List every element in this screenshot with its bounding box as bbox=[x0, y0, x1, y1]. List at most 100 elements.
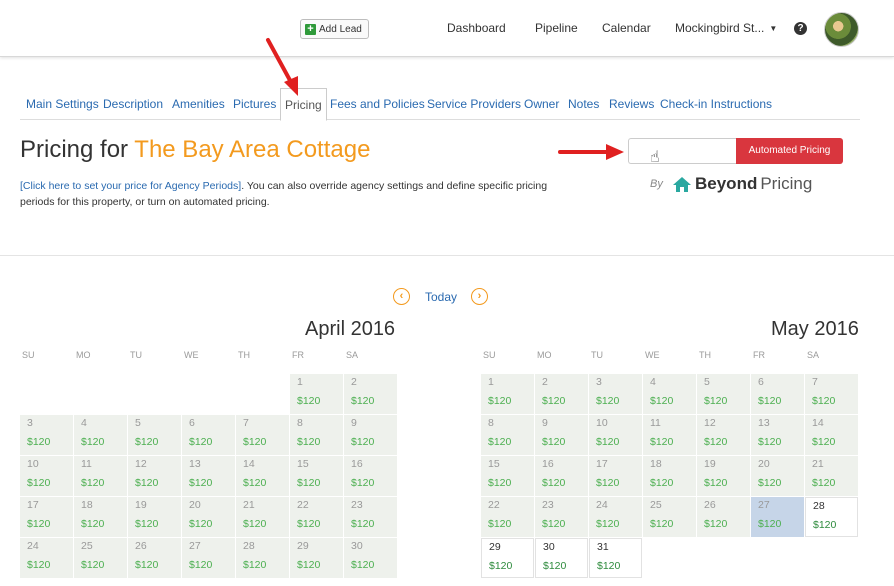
calendar-day-cell[interactable]: 18 $120 bbox=[643, 456, 696, 496]
tab-main-settings[interactable]: Main Settings bbox=[26, 97, 99, 111]
day-price: $120 bbox=[543, 560, 567, 572]
calendar-day-cell[interactable]: 15 $120 bbox=[290, 456, 343, 496]
day-price: $120 bbox=[351, 477, 375, 489]
calendar-day-cell[interactable]: 24 $120 bbox=[20, 538, 73, 578]
calendar-day-cell[interactable]: 16 $120 bbox=[344, 456, 397, 496]
calendar-day-cell[interactable]: 4 $120 bbox=[643, 374, 696, 414]
calendar-day-cell[interactable]: 18 $120 bbox=[74, 497, 127, 537]
calendar-day-cell[interactable]: 11 $120 bbox=[643, 415, 696, 455]
calendar-day-cell[interactable]: 17 $120 bbox=[20, 497, 73, 537]
calendar-day-cell[interactable]: 10 $120 bbox=[20, 456, 73, 496]
calendar-day-cell[interactable]: 9 $120 bbox=[344, 415, 397, 455]
calendar-day-cell[interactable]: 3 $120 bbox=[20, 415, 73, 455]
calendar-day-cell[interactable]: 19 $120 bbox=[697, 456, 750, 496]
calendar-day-cell[interactable]: 4 $120 bbox=[74, 415, 127, 455]
calendar-day-cell[interactable]: 25 $120 bbox=[643, 497, 696, 537]
calendar-day-cell[interactable]: 26 $120 bbox=[128, 538, 181, 578]
calendar-day-cell[interactable]: 5 $120 bbox=[128, 415, 181, 455]
calendar-day-cell[interactable]: 2 $120 bbox=[535, 374, 588, 414]
calendar-day-cell[interactable]: 22 $120 bbox=[481, 497, 534, 537]
page-title: Pricing for The Bay Area Cottage bbox=[20, 136, 370, 164]
calendar-day-cell[interactable]: 3 $120 bbox=[589, 374, 642, 414]
day-price: $120 bbox=[27, 477, 51, 489]
calendar-day-cell[interactable]: 12 $120 bbox=[128, 456, 181, 496]
calendar-day-cell[interactable]: 1 $120 bbox=[481, 374, 534, 414]
day-number: 12 bbox=[135, 458, 147, 470]
calendar-day-cell[interactable]: 16 $120 bbox=[535, 456, 588, 496]
today-button[interactable]: Today bbox=[425, 290, 457, 304]
calendar-day-cell[interactable]: 12 $120 bbox=[697, 415, 750, 455]
tab-pictures[interactable]: Pictures bbox=[233, 97, 276, 111]
calendar-day-cell[interactable]: 31 $120 bbox=[589, 538, 642, 578]
add-lead-button[interactable]: + Add Lead bbox=[300, 19, 369, 39]
tab-owner[interactable]: Owner bbox=[524, 97, 559, 111]
nav-pipeline[interactable]: Pipeline bbox=[535, 21, 578, 35]
day-number: 8 bbox=[297, 417, 303, 429]
calendar-day-cell[interactable]: 30 $120 bbox=[344, 538, 397, 578]
calendar-day-cell[interactable]: 2 $120 bbox=[344, 374, 397, 414]
calendar-day-cell[interactable]: 5 $120 bbox=[697, 374, 750, 414]
calendar-day-cell[interactable]: 8 $120 bbox=[481, 415, 534, 455]
tab-fees-and-policies[interactable]: Fees and Policies bbox=[330, 97, 425, 111]
calendar-day-cell[interactable]: 9 $120 bbox=[535, 415, 588, 455]
calendar-day-cell[interactable]: 13 $120 bbox=[751, 415, 804, 455]
calendar-day-cell[interactable]: 20 $120 bbox=[751, 456, 804, 496]
calendar-day-cell[interactable]: 7 $120 bbox=[805, 374, 858, 414]
calendar-day-cell[interactable]: 27 $120 bbox=[751, 497, 804, 537]
calendar-day-cell[interactable]: 29 $120 bbox=[481, 538, 534, 578]
weekday-header: TH bbox=[238, 350, 250, 360]
calendar-day-cell[interactable]: 23 $120 bbox=[535, 497, 588, 537]
calendar-day-cell[interactable]: 27 $120 bbox=[182, 538, 235, 578]
tab-service-providers[interactable]: Service Providers bbox=[427, 97, 521, 111]
calendar-day-cell[interactable]: 6 $120 bbox=[751, 374, 804, 414]
calendar-day-cell[interactable]: 19 $120 bbox=[128, 497, 181, 537]
tab-check-in-instructions[interactable]: Check-in Instructions bbox=[660, 97, 772, 111]
chevron-right-icon[interactable]: › bbox=[471, 288, 488, 305]
calendar-day-cell[interactable]: 21 $120 bbox=[805, 456, 858, 496]
calendar-day-cell[interactable]: 14 $120 bbox=[236, 456, 289, 496]
calendar-day-cell[interactable]: 8 $120 bbox=[290, 415, 343, 455]
day-number: 9 bbox=[542, 417, 548, 429]
calendar-day-cell[interactable]: 28 $120 bbox=[805, 497, 858, 537]
avatar[interactable] bbox=[824, 12, 859, 47]
tab-reviews[interactable]: Reviews bbox=[609, 97, 654, 111]
day-number: 20 bbox=[189, 499, 201, 511]
tab-notes[interactable]: Notes bbox=[568, 97, 599, 111]
automated-pricing-toggle-field[interactable] bbox=[628, 138, 736, 164]
day-price: $120 bbox=[488, 518, 512, 530]
day-number: 8 bbox=[488, 417, 494, 429]
day-price: $120 bbox=[297, 559, 321, 571]
tab-amenities[interactable]: Amenities bbox=[172, 97, 225, 111]
tab-description[interactable]: Description bbox=[103, 97, 163, 111]
calendar-day-cell[interactable]: 24 $120 bbox=[589, 497, 642, 537]
day-price: $120 bbox=[351, 395, 375, 407]
chevron-left-icon[interactable]: ‹ bbox=[393, 288, 410, 305]
calendar-day-cell[interactable]: 13 $120 bbox=[182, 456, 235, 496]
calendar-day-cell[interactable]: 17 $120 bbox=[589, 456, 642, 496]
calendar-day-cell[interactable]: 6 $120 bbox=[182, 415, 235, 455]
calendar-day-cell[interactable]: 7 $120 bbox=[236, 415, 289, 455]
calendar-day-cell[interactable]: 23 $120 bbox=[344, 497, 397, 537]
calendar-day-cell[interactable]: 22 $120 bbox=[290, 497, 343, 537]
day-price: $120 bbox=[488, 395, 512, 407]
calendar-day-cell[interactable]: 10 $120 bbox=[589, 415, 642, 455]
account-dropdown[interactable]: Mockingbird St... ▼ bbox=[675, 21, 777, 35]
calendar-day-cell[interactable]: 25 $120 bbox=[74, 538, 127, 578]
help-icon[interactable]: ? bbox=[794, 22, 807, 35]
day-price: $120 bbox=[81, 559, 105, 571]
day-price: $120 bbox=[135, 559, 159, 571]
nav-dashboard[interactable]: Dashboard bbox=[447, 21, 506, 35]
calendar-day-cell[interactable]: 14 $120 bbox=[805, 415, 858, 455]
calendar-day-cell[interactable]: 28 $120 bbox=[236, 538, 289, 578]
calendar-day-cell[interactable]: 30 $120 bbox=[535, 538, 588, 578]
calendar-day-cell[interactable]: 1 $120 bbox=[290, 374, 343, 414]
calendar-day-cell[interactable]: 11 $120 bbox=[74, 456, 127, 496]
agency-periods-link[interactable]: [Click here to set your price for Agency… bbox=[20, 180, 241, 192]
nav-calendar[interactable]: Calendar bbox=[602, 21, 651, 35]
automated-pricing-button[interactable]: Automated Pricing bbox=[736, 138, 843, 164]
calendar-day-cell[interactable]: 15 $120 bbox=[481, 456, 534, 496]
calendar-day-cell[interactable]: 29 $120 bbox=[290, 538, 343, 578]
calendar-day-cell[interactable]: 21 $120 bbox=[236, 497, 289, 537]
calendar-day-cell[interactable]: 26 $120 bbox=[697, 497, 750, 537]
calendar-day-cell[interactable]: 20 $120 bbox=[182, 497, 235, 537]
